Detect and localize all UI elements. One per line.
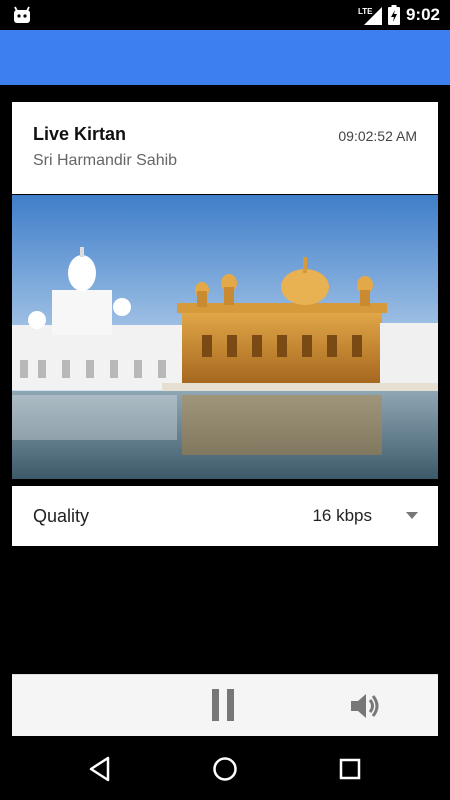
dropdown-arrow-icon[interactable]: [406, 512, 418, 519]
player-controls: [12, 674, 438, 736]
network-label: LTE: [358, 7, 373, 16]
recents-icon[interactable]: [339, 756, 361, 782]
app-bar: [0, 30, 450, 85]
battery-icon: [387, 5, 400, 25]
harmandir-sahib-photo: [12, 195, 438, 479]
status-time: 9:02: [405, 5, 440, 24]
photo-illustration: [12, 195, 438, 479]
status-bar: LTE 9:02: [0, 0, 450, 30]
quality-value[interactable]: 16 kbps: [312, 506, 372, 526]
navigation-bar: [0, 740, 450, 800]
quality-label: Quality: [33, 506, 90, 526]
pause-button[interactable]: [212, 689, 236, 721]
quality-selector[interactable]: Quality 16 kbps: [12, 486, 438, 546]
now-playing-card: Live Kirtan Sri Harmandir Sahib 09:02:52…: [12, 102, 438, 194]
volume-icon[interactable]: [348, 689, 382, 723]
back-icon[interactable]: [88, 756, 112, 782]
lte-signal-icon: LTE: [358, 7, 382, 25]
stream-title: Live Kirtan: [33, 124, 127, 144]
pause-icon: [212, 689, 219, 721]
stream-subtitle: Sri Harmandir Sahib: [33, 152, 178, 169]
home-icon[interactable]: [212, 756, 238, 782]
current-time: 09:02:52 AM: [338, 128, 417, 144]
android-icon: [14, 6, 30, 23]
